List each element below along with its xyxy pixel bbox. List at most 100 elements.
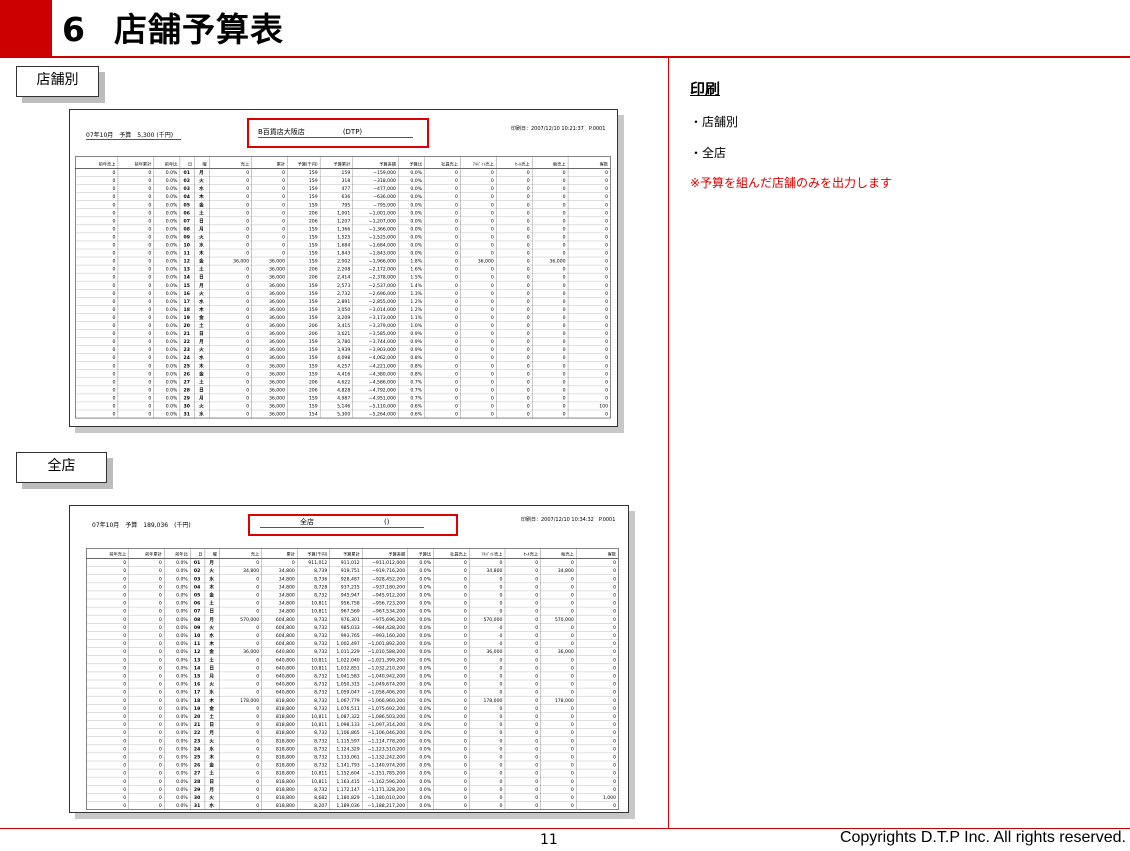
table-cell: 911,012 bbox=[341, 560, 360, 566]
table-cell: 0.0% bbox=[166, 275, 178, 281]
table-cell: 0.0% bbox=[410, 194, 422, 200]
table-cell: 0 bbox=[500, 625, 503, 631]
table-cell: 0 bbox=[535, 609, 538, 615]
table-cell: 0 bbox=[527, 371, 530, 377]
table-cell: 0 bbox=[256, 803, 259, 809]
table-cell: 206 bbox=[309, 323, 318, 329]
table-cell: 土 bbox=[209, 600, 214, 607]
table-cell: 12 bbox=[184, 259, 190, 265]
table-cell: 1,059,047 bbox=[336, 690, 359, 696]
table-cell: 0 bbox=[527, 275, 530, 281]
table-cell: 0 bbox=[605, 331, 608, 337]
table-cell: 0 bbox=[148, 170, 151, 176]
table-cell: 0 bbox=[613, 633, 616, 639]
table-cell: 14 bbox=[184, 275, 190, 281]
table-cell: 818,800 bbox=[276, 714, 295, 720]
table-cell: 159 bbox=[309, 186, 318, 192]
table-cell: 0 bbox=[246, 218, 249, 224]
column-header: 累計 bbox=[277, 161, 285, 168]
table-cell: 818,800 bbox=[276, 763, 295, 769]
table-cell: 0.0% bbox=[419, 803, 431, 809]
table-cell: −636,000 bbox=[373, 194, 396, 200]
column-header: ｱﾙﾊﾞｲﾄ売上 bbox=[482, 551, 503, 558]
table-cell: 0 bbox=[563, 323, 566, 329]
table-cell: 0 bbox=[500, 722, 503, 728]
table-cell: 0 bbox=[605, 347, 608, 353]
table-cell: 0 bbox=[246, 251, 249, 257]
table-cell: 178,000 bbox=[555, 698, 574, 704]
table-cell: 0 bbox=[148, 307, 151, 313]
table-cell: 05 bbox=[194, 593, 200, 599]
table-cell: 8,728 bbox=[314, 584, 327, 590]
table-cell: 0 bbox=[292, 560, 295, 566]
table-cell: 0 bbox=[491, 243, 494, 249]
table-cell: 2,414 bbox=[337, 275, 350, 281]
table-cell: 0 bbox=[500, 706, 503, 712]
table-cell: 0 bbox=[500, 690, 503, 696]
table-cell: 0 bbox=[613, 593, 616, 599]
table-cell: 0.0% bbox=[419, 601, 431, 607]
table-cell: 0.0% bbox=[166, 363, 178, 369]
table-cell: 0 bbox=[464, 771, 467, 777]
table-cell: 0.0% bbox=[166, 404, 178, 410]
table-cell: 0 bbox=[527, 210, 530, 216]
table-cell: 36,000 bbox=[269, 339, 285, 345]
table-cell: 14 bbox=[194, 665, 200, 671]
table-cell: 0.0% bbox=[166, 412, 178, 418]
table-cell: 27 bbox=[184, 379, 190, 385]
table-cell: 0 bbox=[246, 347, 249, 353]
table-cell: 0 bbox=[246, 395, 249, 401]
table-cell: 0 bbox=[527, 170, 530, 176]
table-cell: 818,800 bbox=[276, 698, 295, 704]
table-cell: 0 bbox=[159, 787, 162, 793]
table-cell: 0 bbox=[159, 746, 162, 752]
table-cell: 36,000 bbox=[269, 299, 285, 305]
table-cell: 火 bbox=[209, 625, 214, 631]
table-cell: 0 bbox=[535, 690, 538, 696]
table-cell: 0 bbox=[159, 609, 162, 615]
table-cell: 0 bbox=[282, 202, 285, 208]
table-cell: 0 bbox=[112, 404, 115, 410]
table-cell: 0 bbox=[613, 617, 616, 623]
table-cell: 28 bbox=[194, 779, 200, 785]
table-cell: 1.2% bbox=[410, 307, 422, 313]
table-cell: 0 bbox=[112, 226, 115, 232]
table-cell: 月 bbox=[198, 225, 204, 232]
table-cell: 08 bbox=[184, 226, 190, 232]
table-cell: 0 bbox=[491, 251, 494, 257]
table-cell: 0 bbox=[148, 339, 151, 345]
table-cell: 36,000 bbox=[269, 387, 285, 393]
table-cell: 火 bbox=[209, 682, 214, 688]
table-cell: 0.0% bbox=[166, 331, 178, 337]
table-cell: 636 bbox=[342, 194, 351, 200]
table-cell: 0 bbox=[605, 291, 608, 297]
table-cell: 0 bbox=[112, 291, 115, 297]
table-cell: 木 bbox=[198, 306, 204, 313]
table-cell: 0.0% bbox=[176, 625, 188, 631]
table-cell: −2,855,000 bbox=[369, 299, 396, 305]
table-cell: 0 bbox=[527, 291, 530, 297]
table-cell: 0 bbox=[613, 649, 616, 655]
table-cell: 1,172,147 bbox=[336, 787, 359, 793]
table-cell: 0 bbox=[571, 641, 574, 647]
table-cell: 3,621 bbox=[337, 331, 350, 337]
table-cell: 0.0% bbox=[176, 657, 188, 663]
table-cell: 0 bbox=[535, 568, 538, 574]
table-cell: 0 bbox=[112, 194, 115, 200]
table-cell: 0 bbox=[159, 601, 162, 607]
table-cell: −1,021,399,200 bbox=[368, 657, 406, 663]
table-cell: 0 bbox=[123, 674, 126, 680]
table-cell: 0 bbox=[464, 641, 467, 647]
table-cell: 0 bbox=[571, 738, 574, 744]
table-cell: 1.4% bbox=[410, 283, 422, 289]
table-cell: 金 bbox=[208, 592, 214, 599]
table-cell: 0 bbox=[613, 576, 616, 582]
table-cell: 0 bbox=[123, 593, 126, 599]
table-cell: 0 bbox=[563, 291, 566, 297]
table-cell: 0.0% bbox=[419, 617, 431, 623]
table-cell: 0.0% bbox=[166, 178, 178, 184]
table-cell: 水 bbox=[209, 689, 214, 696]
table-cell: 07 bbox=[184, 218, 190, 224]
table-cell: 1,189,036 bbox=[336, 803, 359, 809]
table-cell: 0 bbox=[256, 641, 259, 647]
